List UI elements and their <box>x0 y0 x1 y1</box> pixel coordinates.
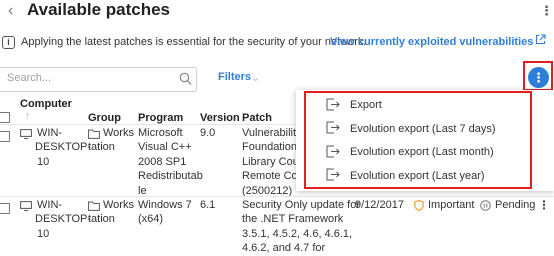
patch-name[interactable]: Security Only update for the .NET Framew… <box>242 198 360 256</box>
pause-icon <box>480 200 491 211</box>
filters-button[interactable]: Filters <box>218 71 251 83</box>
shield-icon <box>414 200 424 211</box>
back-chevron-icon[interactable]: ‹ <box>8 2 13 20</box>
actions-button-highlight <box>523 61 553 91</box>
computer-icon <box>20 129 32 139</box>
row-checkbox[interactable] <box>0 203 10 214</box>
row-more-icon[interactable]: ⋮ <box>538 198 550 212</box>
column-header-program[interactable]: Program <box>138 112 183 124</box>
external-link-icon[interactable] <box>535 34 546 45</box>
program-version: 9.0 <box>200 127 216 139</box>
row-checkbox[interactable] <box>0 131 10 142</box>
header-more-icon[interactable]: ⋮ <box>540 3 553 19</box>
group-name: Works tation <box>88 127 134 154</box>
program-name: Microsoft Visual C++ 2008 SP1 Redistribu… <box>138 127 203 197</box>
search-placeholder: Search... <box>7 72 52 84</box>
column-header-version[interactable]: Version <box>200 112 240 124</box>
release-date: 9/12/2017 <box>355 199 404 211</box>
search-input[interactable]: Search... <box>0 67 197 92</box>
program-version: 6.1 <box>200 199 216 211</box>
column-header-group[interactable]: Group <box>88 112 121 124</box>
search-icon[interactable] <box>179 72 192 86</box>
column-header-patch[interactable]: Patch <box>242 112 272 124</box>
page-title: Available patches <box>27 0 170 19</box>
program-name: Windows 7 (x64) <box>138 199 192 226</box>
select-all-checkbox[interactable] <box>0 112 10 123</box>
group-name: Works tation <box>88 199 134 226</box>
computer-name[interactable]: WIN- DESKTOP- 10 <box>35 126 91 169</box>
row-divider <box>0 196 554 197</box>
computer-icon <box>20 201 32 211</box>
sort-arrow-icon[interactable]: ↑ <box>25 111 30 122</box>
computer-name[interactable]: WIN- DESKTOP- 10 <box>35 198 91 241</box>
chevron-down-icon[interactable]: ⌄ <box>251 71 260 84</box>
column-header-computer[interactable]: Computer <box>20 98 72 110</box>
exploited-vulnerabilities-link[interactable]: View currently exploited vulnerabilities <box>330 36 533 48</box>
info-icon: i <box>2 36 15 49</box>
info-message: Applying the latest patches is essential… <box>21 36 367 48</box>
menu-highlight <box>304 91 532 189</box>
status-label: Pending <box>495 199 536 211</box>
criticality-label: Important <box>428 199 475 211</box>
